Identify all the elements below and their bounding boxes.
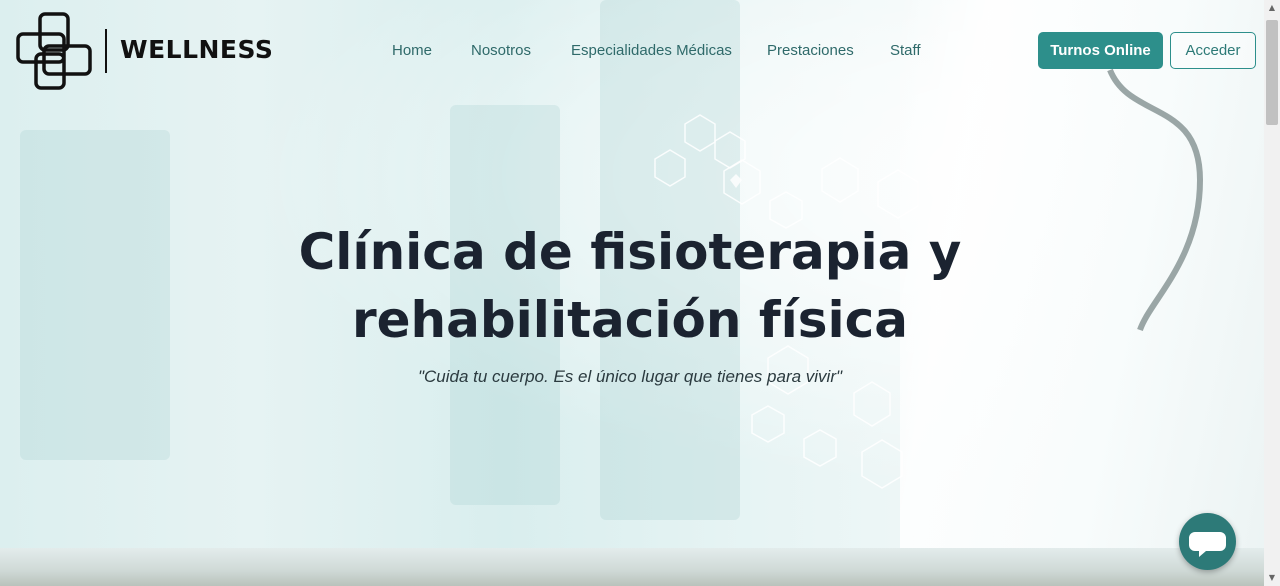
nav-home[interactable]: Home	[392, 42, 432, 59]
scroll-up-arrow-icon[interactable]: ▲	[1264, 0, 1280, 16]
nav-especialidades-medicas[interactable]: Especialidades Médicas	[571, 42, 732, 59]
turnos-online-button[interactable]: Turnos Online	[1038, 32, 1163, 69]
nav-staff[interactable]: Staff	[890, 42, 921, 59]
navbar: WELLNESS Home Nosotros Especialidades Mé…	[0, 0, 1264, 100]
hero-title-line2: rehabilitación física	[351, 291, 909, 349]
logo-divider	[105, 29, 107, 73]
nav-nosotros[interactable]: Nosotros	[471, 42, 531, 59]
chat-bubble-icon	[1189, 532, 1226, 557]
brand-name[interactable]: WELLNESS	[120, 35, 273, 64]
nav-prestaciones[interactable]: Prestaciones	[767, 42, 854, 59]
hero-tagline: "Cuida tu cuerpo. Es el único lugar que …	[417, 367, 843, 386]
hero-title-line1: Clínica de fisioterapia y	[298, 223, 962, 281]
acceder-button[interactable]: Acceder	[1170, 32, 1256, 69]
cross-logo-icon[interactable]	[14, 12, 94, 92]
scrollbar-thumb[interactable]	[1266, 20, 1278, 125]
floor	[0, 548, 1264, 586]
background-window	[20, 130, 170, 460]
chat-button[interactable]	[1179, 513, 1236, 570]
hero-title: Clínica de fisioterapia y rehabilitación…	[280, 218, 980, 354]
stethoscope-decoration	[1107, 68, 1204, 332]
scroll-down-arrow-icon[interactable]: ▼	[1264, 570, 1280, 586]
